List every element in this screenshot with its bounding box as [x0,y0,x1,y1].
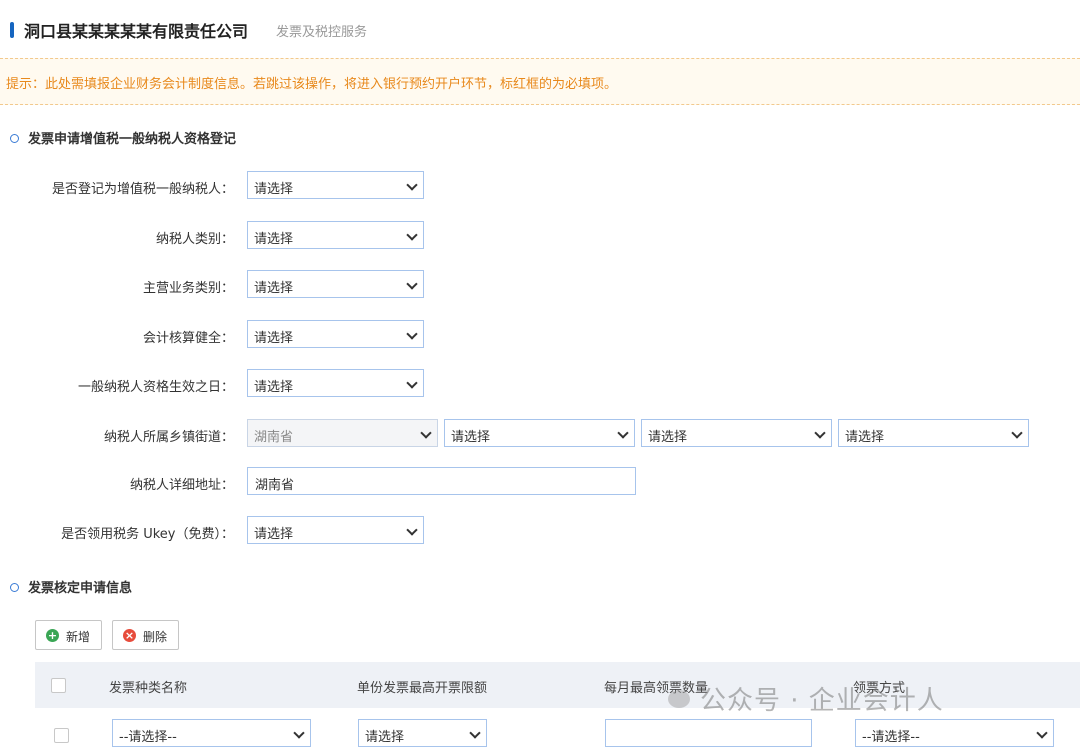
column-header: 每月最高领票数量 [604,681,709,696]
ukey-select[interactable]: 请选择 [247,516,424,544]
field-label: 纳税人类别： [155,232,234,247]
select-all-checkbox[interactable] [51,678,66,693]
add-button[interactable]: + 新增 [35,620,102,650]
chevron-down-icon [406,377,418,389]
chevron-down-icon [406,278,418,290]
field-label: 是否领用税务 Ukey（免费）： [61,527,234,542]
effective-date-select[interactable]: 请选择 [247,369,424,397]
column-header: 单份发票最高开票限额 [357,681,488,696]
chevron-down-icon [617,427,629,439]
watermark: 公众号 · 企业会计人 [700,686,944,716]
company-name: 洞口县某某某某某有限责任公司 [24,22,249,41]
monthly-quantity-input[interactable] [605,719,812,747]
wechat-icon [668,690,690,708]
field-row-accounting: 会计核算健全： 请选择 [0,320,1080,350]
invoice-type-select[interactable]: --请选择-- [112,719,311,747]
field-label: 纳税人详细地址： [129,478,234,493]
invoice-limit-select[interactable]: 请选择 [358,719,487,747]
page-header: 洞口县某某某某某有限责任公司 发票及税控服务 [0,0,1080,58]
section-bullet-icon [10,583,19,592]
county-select[interactable]: 请选择 [641,419,832,447]
chevron-down-icon [406,328,418,340]
accounting-sound-select[interactable]: 请选择 [247,320,424,348]
field-row-effective-date: 一般纳税人资格生效之日： 请选择 [0,369,1080,399]
chevron-down-icon [406,179,418,191]
chevron-down-icon [406,229,418,241]
chevron-down-icon [469,727,481,739]
city-select[interactable]: 请选择 [444,419,635,447]
field-label: 一般纳税人资格生效之日： [77,380,234,395]
section-bullet-icon [10,134,19,143]
field-row-street: 纳税人所属乡镇街道： 湖南省 请选择 请选择 请选择 [0,419,1080,449]
chevron-down-icon [1011,427,1023,439]
main-business-select[interactable]: 请选择 [247,270,424,298]
address-input[interactable]: 湖南省 [247,467,636,495]
chevron-down-icon [1036,727,1048,739]
field-row-main-business: 主营业务类别： 请选择 [0,270,1080,300]
tip-banner: 提示：此处需填报企业财务会计制度信息。若跳过该操作，将进入银行预约开户环节，标红… [0,58,1080,105]
field-row-general-taxpayer: 是否登记为增值税一般纳税人： 请选择 [0,171,1080,201]
tip-text: 提示：此处需填报企业财务会计制度信息。若跳过该操作，将进入银行预约开户环节，标红… [6,77,618,92]
service-subtitle: 发票及税控服务 [276,25,368,40]
section-title-registration: 发票申请增值税一般纳税人资格登记 [10,128,236,147]
header-accent-bar [10,22,14,38]
field-label: 会计核算健全： [142,331,234,346]
chevron-down-icon [420,427,432,439]
field-row-address: 纳税人详细地址： 湖南省 [0,467,1080,497]
chevron-down-icon [406,524,418,536]
collection-method-select[interactable]: --请选择-- [855,719,1054,747]
chevron-down-icon [293,727,305,739]
plus-circle-icon: + [46,629,59,642]
field-row-taxpayer-type: 纳税人类别： 请选择 [0,221,1080,251]
close-circle-icon: × [123,629,136,642]
section-title-invoice: 发票核定申请信息 [10,577,132,596]
town-select[interactable]: 请选择 [838,419,1029,447]
field-label: 主营业务类别： [142,281,234,296]
general-taxpayer-select[interactable]: 请选择 [247,171,424,199]
field-label: 纳税人所属乡镇街道： [103,430,234,445]
field-label: 是否登记为增值税一般纳税人： [51,182,234,197]
column-header: 发票种类名称 [109,681,188,696]
delete-button[interactable]: × 删除 [112,620,179,650]
field-row-ukey: 是否领用税务 Ukey（免费）： 请选择 [0,516,1080,546]
taxpayer-type-select[interactable]: 请选择 [247,221,424,249]
province-select[interactable]: 湖南省 [247,419,438,447]
chevron-down-icon [814,427,826,439]
